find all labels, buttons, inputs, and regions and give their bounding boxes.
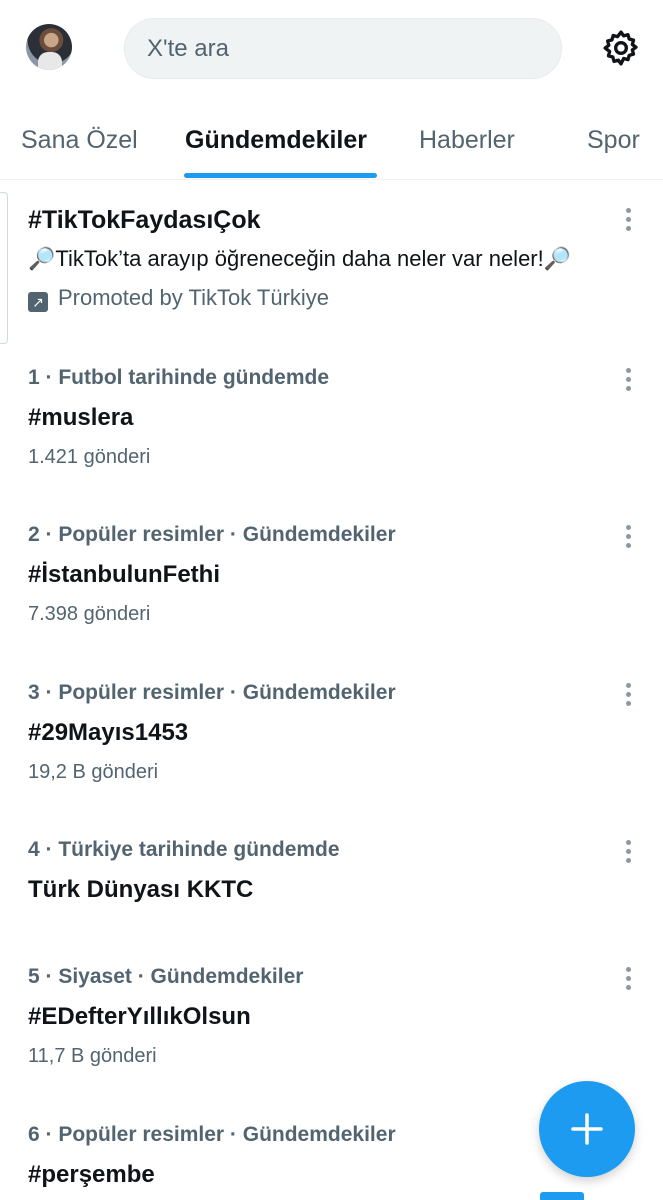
search-input[interactable]: [125, 19, 561, 78]
tab-gundemdekiler[interactable]: Gündemdekiler: [185, 126, 367, 155]
top-bar: [0, 0, 663, 100]
promoted-byline-text: Promoted by TikTok Türkiye: [58, 285, 330, 310]
trend-context: 6 · Popüler resimler · Gündemdekiler: [28, 1123, 396, 1146]
plus-icon: [571, 1113, 603, 1145]
trend-item[interactable]: 3 · Popüler resimler · Gündemdekiler #29…: [28, 681, 628, 784]
compose-post-button[interactable]: [539, 1081, 635, 1177]
explore-tabs: Sana Özel Gündemdekiler Haberler Spor: [0, 100, 663, 180]
more-vertical-icon[interactable]: [621, 965, 635, 993]
tab-spor[interactable]: Spor: [587, 126, 640, 155]
trend-item[interactable]: 5 · Siyaset · Gündemdekiler #EDefterYıll…: [28, 965, 628, 1068]
promoted-arrow-icon: ↗: [28, 292, 48, 312]
promoted-byline: ↗ Promoted by TikTok Türkiye: [28, 285, 329, 312]
promoted-trend-description: 🔎TikTok’ta arayıp öğreneceğin daha neler…: [28, 246, 572, 271]
active-tab-indicator: [184, 173, 377, 178]
trend-context: 1 · Futbol tarihinde gündemde: [28, 366, 329, 389]
trend-item[interactable]: 2 · Popüler resimler · Gündemdekiler #İs…: [28, 523, 628, 626]
gear-icon[interactable]: [601, 28, 641, 68]
trend-post-count: 11,7 B gönderi: [28, 1045, 157, 1067]
trend-context: 4 · Türkiye tarihinde gündemde: [28, 838, 340, 861]
trend-title: #29Mayıs1453: [28, 719, 189, 746]
tab-sana-ozel[interactable]: Sana Özel: [21, 126, 138, 155]
more-vertical-icon[interactable]: [621, 838, 635, 866]
trend-context: 5 · Siyaset · Gündemdekiler: [28, 965, 304, 988]
trend-post-count: 7.398 gönderi: [28, 603, 151, 625]
more-vertical-icon[interactable]: [621, 681, 635, 709]
trend-item[interactable]: 4 · Türkiye tarihinde gündemde Türk Düny…: [28, 838, 628, 904]
trend-item[interactable]: 1 · Futbol tarihinde gündemde #muslera 1…: [28, 366, 628, 469]
more-vertical-icon[interactable]: [621, 523, 635, 551]
tab-haberler[interactable]: Haberler: [419, 126, 515, 155]
trend-title: #perşembe: [28, 1161, 155, 1188]
trend-context: 3 · Popüler resimler · Gündemdekiler: [28, 681, 396, 704]
trend-title: Türk Dünyası KKTC: [28, 876, 254, 903]
promoted-trend-title: #TikTokFaydasıÇok: [28, 206, 261, 234]
scroll-edge-indicator: [0, 192, 8, 344]
search-box[interactable]: [124, 18, 562, 79]
trend-title: #EDefterYıllıkOlsun: [28, 1003, 251, 1030]
bottom-nav-peek: [540, 1192, 634, 1200]
trend-post-count: 19,2 B gönderi: [28, 761, 159, 783]
more-vertical-icon[interactable]: [621, 206, 635, 234]
more-vertical-icon[interactable]: [621, 366, 635, 394]
trend-title: #İstanbulunFethi: [28, 561, 220, 588]
profile-avatar[interactable]: [26, 24, 72, 70]
trend-item[interactable]: 6 · Popüler resimler · Gündemdekiler #pe…: [28, 1123, 628, 1189]
trend-post-count: 1.421 gönderi: [28, 446, 151, 468]
trend-context: 2 · Popüler resimler · Gündemdekiler: [28, 523, 396, 546]
trend-title: #muslera: [28, 404, 134, 431]
